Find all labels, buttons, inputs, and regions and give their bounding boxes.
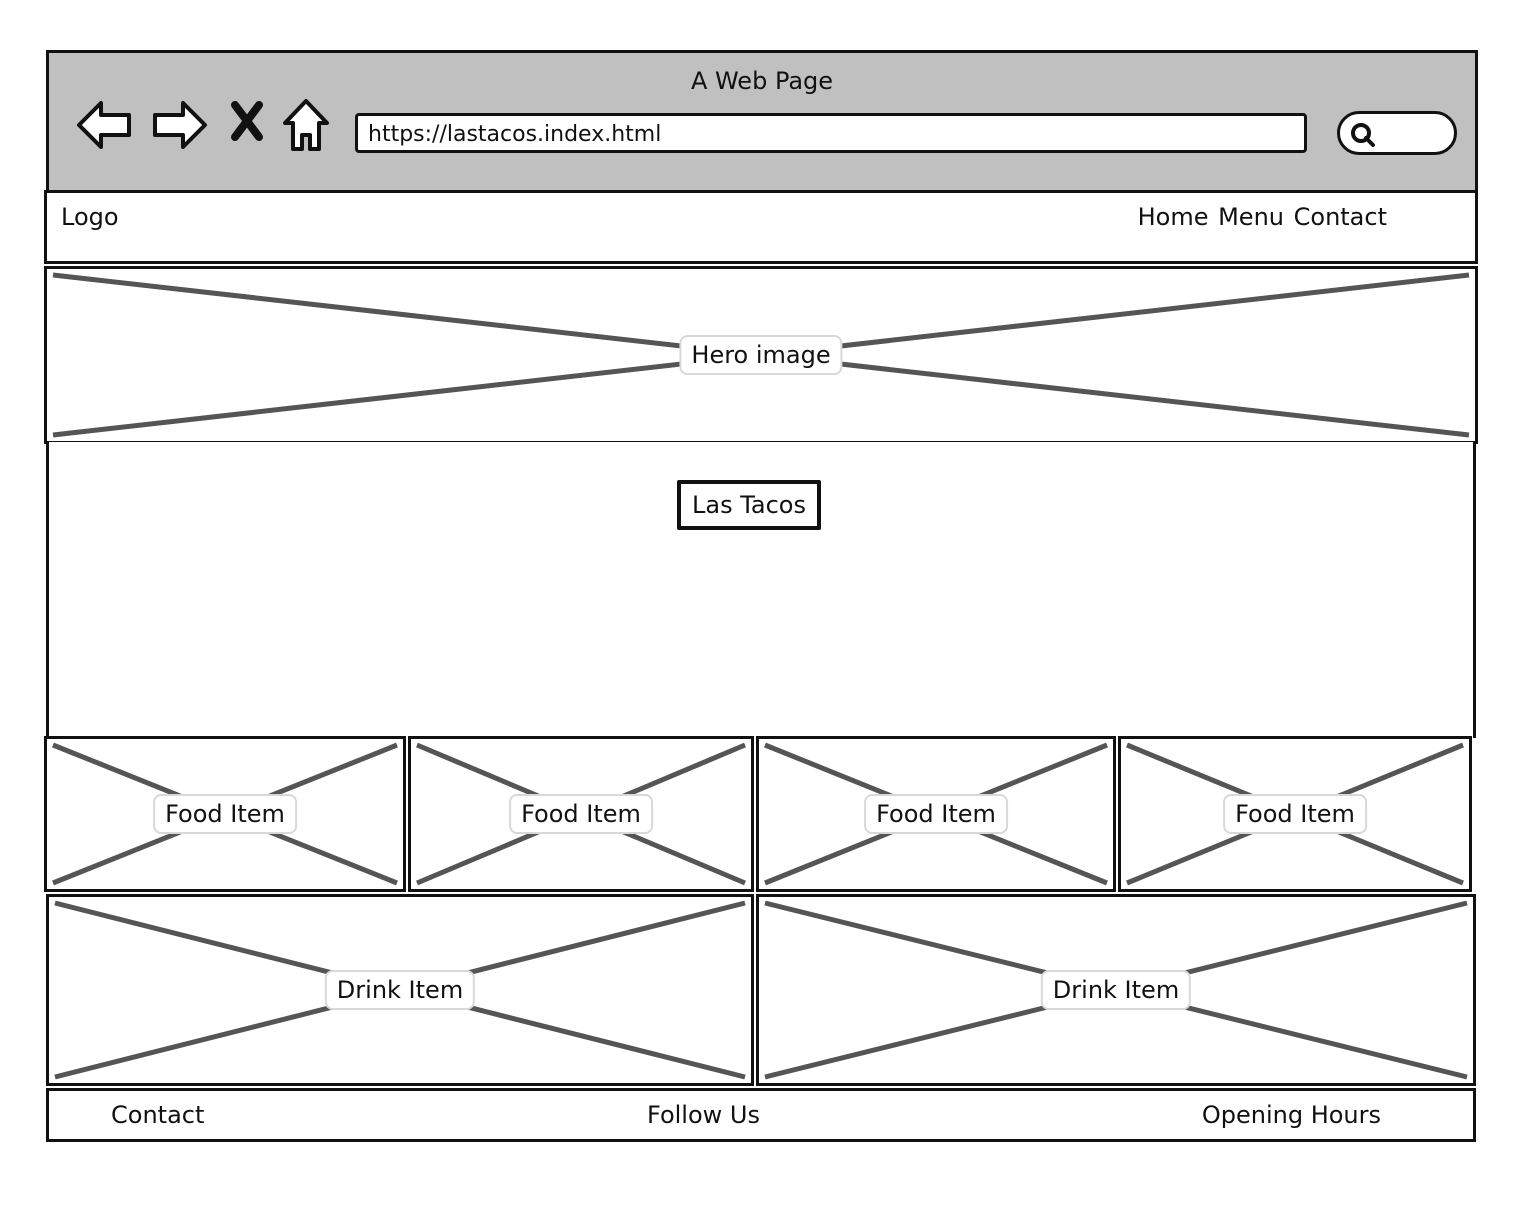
footer-follow-us-link[interactable]: Follow Us [647, 1101, 760, 1129]
address-bar-url: https://lastacos.index.html [368, 122, 662, 147]
logo[interactable]: Logo [61, 203, 119, 231]
browser-search-field[interactable] [1337, 111, 1457, 155]
close-x-icon[interactable] [229, 101, 265, 141]
hero-image: Hero image [44, 266, 1478, 444]
food-item-card[interactable]: Food Item [44, 736, 406, 892]
food-item-label: Food Item [1223, 794, 1367, 834]
drink-item-label: Drink Item [1040, 970, 1192, 1010]
footer-opening-hours-link[interactable]: Opening Hours [1202, 1101, 1381, 1129]
site-footer: Contact Follow Us Opening Hours [46, 1088, 1476, 1142]
browser-toolbar: A Web Page https://lastacos.index.html [46, 50, 1478, 190]
food-item-card[interactable]: Food Item [408, 736, 754, 892]
food-item-card[interactable]: Food Item [1118, 736, 1472, 892]
main-content: Las Tacos [46, 442, 1476, 738]
forward-arrow-icon[interactable] [149, 97, 209, 153]
food-item-card[interactable]: Food Item [756, 736, 1116, 892]
food-item-label: Food Item [153, 794, 297, 834]
drink-item-card[interactable]: Drink Item [756, 894, 1476, 1086]
drink-item-label: Drink Item [324, 970, 476, 1010]
home-icon[interactable] [281, 97, 331, 153]
las-tacos-button[interactable]: Las Tacos [677, 480, 821, 530]
food-item-label: Food Item [509, 794, 653, 834]
main-nav[interactable]: Home Menu Contact [1138, 203, 1387, 231]
site-header: Logo Home Menu Contact [44, 190, 1478, 264]
search-icon [1351, 123, 1375, 147]
back-arrow-icon[interactable] [75, 97, 135, 153]
drink-item-card[interactable]: Drink Item [46, 894, 754, 1086]
food-item-label: Food Item [864, 794, 1008, 834]
footer-contact-link[interactable]: Contact [111, 1101, 204, 1129]
hero-image-label: Hero image [679, 335, 843, 375]
window-title: A Web Page [690, 67, 834, 95]
address-bar[interactable]: https://lastacos.index.html [355, 113, 1307, 153]
